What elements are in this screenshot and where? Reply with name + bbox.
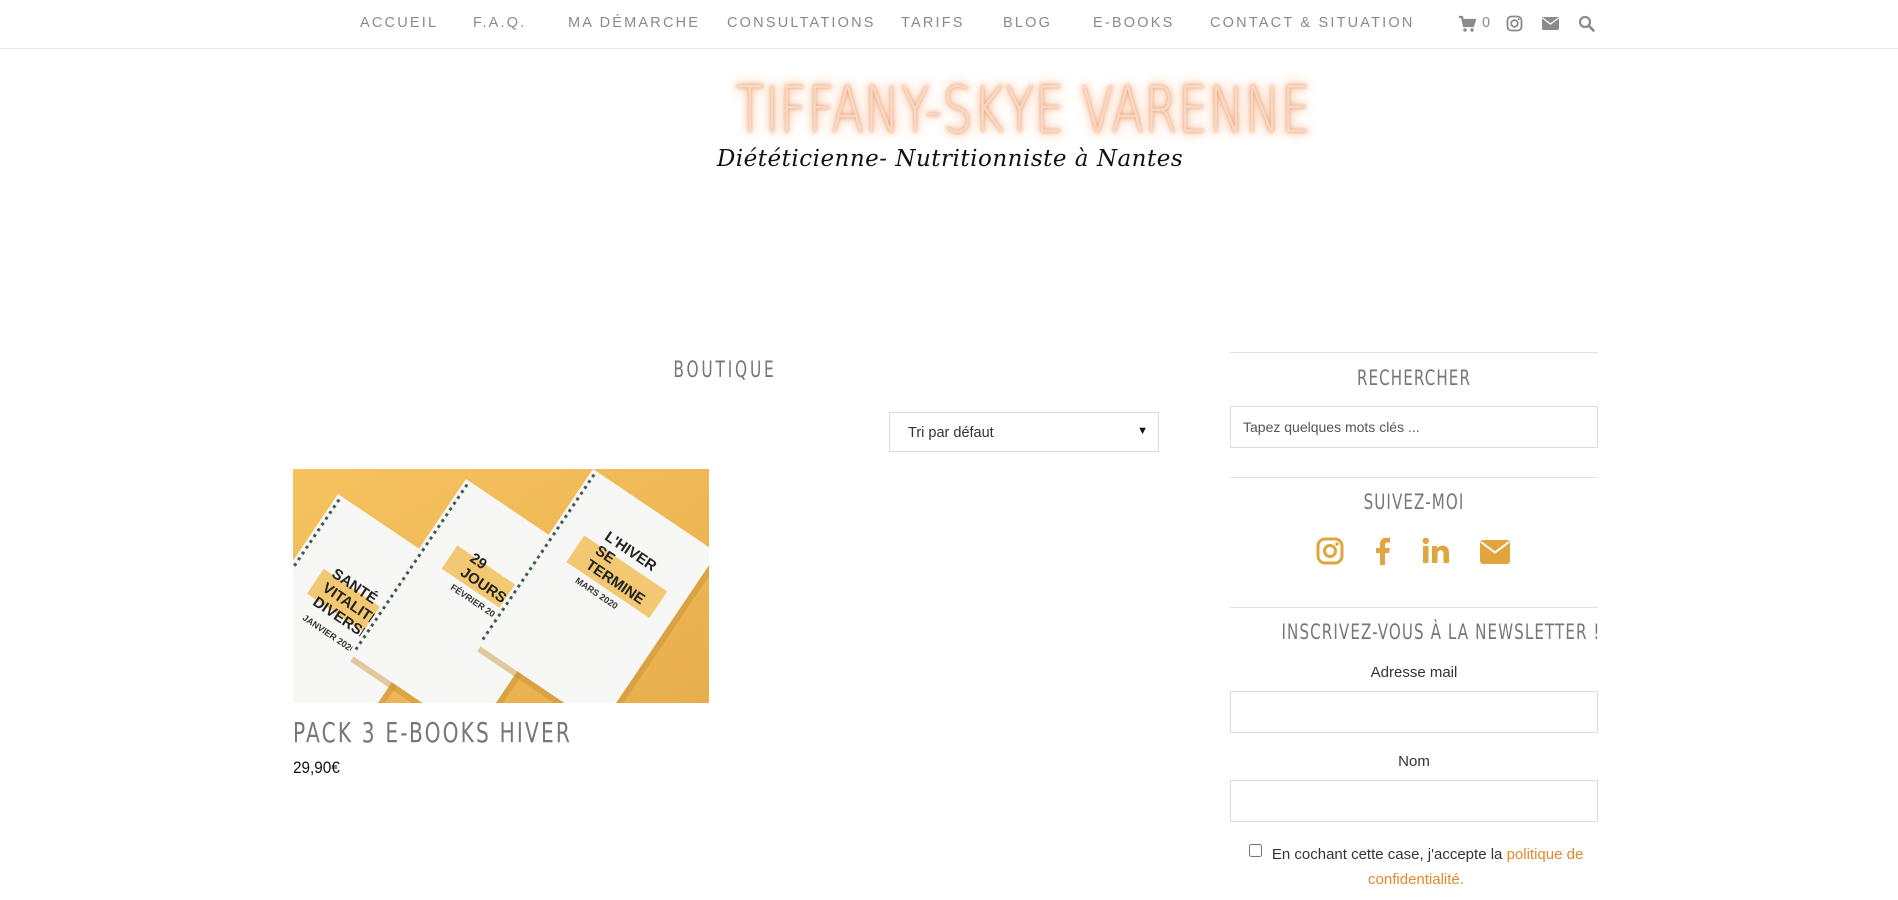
cart-icon[interactable]: 0 bbox=[1458, 13, 1490, 33]
nav-item-consultations[interactable]: CONSULTATIONS bbox=[727, 15, 876, 31]
search-input[interactable] bbox=[1230, 406, 1598, 448]
name-field[interactable] bbox=[1230, 780, 1598, 822]
nav-item-contact[interactable]: CONTACT & SITUATION bbox=[1210, 15, 1415, 31]
nav-item-ebooks[interactable]: E-BOOKS bbox=[1093, 15, 1174, 31]
nav-item-faq[interactable]: F.A.Q. bbox=[473, 15, 527, 31]
sort-selected-value: Tri par défaut bbox=[908, 425, 994, 441]
product-name[interactable]: PACK 3 E-BOOKS HIVER bbox=[293, 716, 572, 749]
instagram-icon[interactable] bbox=[1316, 537, 1346, 567]
search-icon[interactable] bbox=[1578, 13, 1598, 33]
search-widget-title: RECHERCHER bbox=[1356, 366, 1472, 390]
email-field[interactable] bbox=[1230, 691, 1598, 733]
name-label: Nom bbox=[1398, 753, 1430, 770]
consent-row: En cochant cette case, j'accepte la poli… bbox=[1246, 842, 1586, 892]
product-image[interactable]: SANTÉ VITALITÉ DIVERSITÉ JANVIER 2020 29… bbox=[220, 469, 719, 761]
chevron-down-icon: ▼ bbox=[1137, 425, 1148, 437]
page-title: BOUTIQUE bbox=[673, 358, 777, 383]
divider bbox=[1230, 352, 1598, 353]
follow-widget-title: SUIVEZ-MOI bbox=[1363, 490, 1465, 514]
envelope-icon[interactable] bbox=[1480, 537, 1510, 567]
nav-item-accueil[interactable]: ACCUEIL bbox=[360, 15, 438, 31]
nav-item-blog[interactable]: BLOG bbox=[1003, 15, 1052, 31]
instagram-icon[interactable] bbox=[1506, 13, 1526, 33]
nav-item-ma-demarche[interactable]: MA DÉMARCHE bbox=[568, 15, 700, 31]
site-logo[interactable]: TIFFANY-SKYE VARENNE Diététicienne- Nutr… bbox=[660, 72, 1312, 202]
envelope-icon[interactable] bbox=[1542, 13, 1562, 33]
logo-title: TIFFANY-SKYE VARENNE bbox=[735, 74, 1312, 148]
consent-checkbox[interactable] bbox=[1248, 844, 1262, 857]
sort-select[interactable]: Tri par défaut ▼ bbox=[889, 412, 1159, 452]
divider bbox=[1230, 607, 1598, 608]
divider bbox=[1230, 477, 1598, 478]
consent-text: En cochant cette case, j'accepte la bbox=[1271, 846, 1503, 863]
product-price: 29,90€ bbox=[293, 758, 340, 777]
linkedin-icon[interactable] bbox=[1422, 537, 1452, 567]
cart-count: 0 bbox=[1482, 15, 1492, 31]
newsletter-widget-title: INSCRIVEZ-VOUS À LA NEWSLETTER ! bbox=[1281, 620, 1601, 644]
top-navigation: ACCUEIL F.A.Q. MA DÉMARCHE CONSULTATIONS… bbox=[0, 0, 1898, 49]
nav-item-tarifs[interactable]: TARIFS bbox=[901, 15, 965, 31]
facebook-icon[interactable] bbox=[1373, 537, 1403, 567]
email-label: Adresse mail bbox=[1370, 664, 1458, 681]
